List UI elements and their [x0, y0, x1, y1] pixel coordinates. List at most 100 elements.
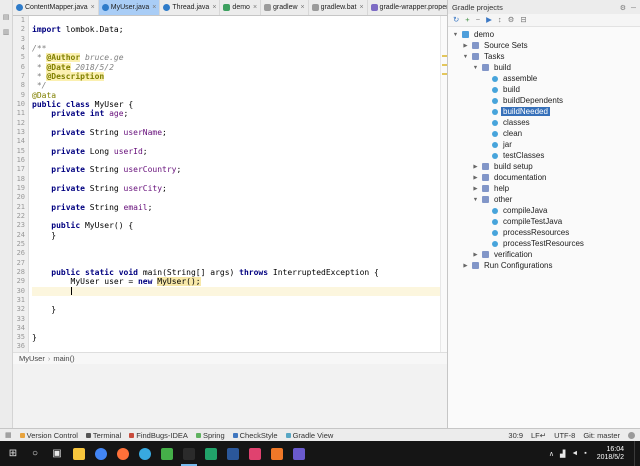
tool-window-button-checkstyle[interactable]: CheckStyle: [233, 431, 278, 440]
code-line-30[interactable]: [32, 287, 440, 296]
tree-item-build[interactable]: ▼build: [448, 62, 640, 73]
tree-item-compiletestjava[interactable]: compileTestJava: [448, 216, 640, 227]
chevron-right-icon[interactable]: ▶: [472, 252, 479, 258]
toggle-offline-icon[interactable]: ↕: [498, 16, 502, 24]
tab-close-icon[interactable]: ×: [90, 4, 95, 11]
pinned-app-icon-5[interactable]: [200, 441, 222, 466]
encoding[interactable]: UTF-8: [554, 431, 575, 440]
code-line-5[interactable]: * @Author bruce.ge: [32, 53, 440, 62]
warning-mark[interactable]: [442, 55, 447, 57]
chevron-down-icon[interactable]: ▼: [452, 32, 459, 38]
pinned-app-icon-3[interactable]: [134, 441, 156, 466]
vcs-branch[interactable]: Git: master: [583, 431, 620, 440]
code-line-3[interactable]: [32, 35, 440, 44]
line-separator[interactable]: LF↵: [531, 431, 546, 440]
code-line-12[interactable]: [32, 119, 440, 128]
run-gradle-task-icon[interactable]: ▶: [486, 16, 492, 24]
intellij-idea-icon[interactable]: [178, 441, 200, 466]
tree-item-builddependents[interactable]: buildDependents: [448, 95, 640, 106]
editor-tab-gradlew-bat[interactable]: gradlew.bat×: [309, 0, 368, 15]
code-line-14[interactable]: [32, 137, 440, 146]
error-stripe-scrollbar[interactable]: [440, 16, 447, 352]
tree-item-jar[interactable]: jar: [448, 139, 640, 150]
editor-tab-contentmapper-java[interactable]: ContentMapper.java×: [13, 0, 99, 15]
breadcrumb-item[interactable]: main(): [53, 354, 74, 363]
pinned-app-icon-8[interactable]: [266, 441, 288, 466]
code-line-36[interactable]: [32, 342, 440, 351]
code-line-31[interactable]: [32, 296, 440, 305]
chevron-down-icon[interactable]: ▼: [462, 54, 469, 60]
tree-item-run-configurations[interactable]: ▶Run Configurations: [448, 260, 640, 271]
tree-item-tasks[interactable]: ▼Tasks: [448, 51, 640, 62]
tab-close-icon[interactable]: ×: [151, 4, 156, 11]
tree-item-documentation[interactable]: ▶documentation: [448, 172, 640, 183]
search-button[interactable]: ○: [24, 441, 46, 466]
code-line-26[interactable]: [32, 249, 440, 258]
pinned-app-icon-9[interactable]: [288, 441, 310, 466]
tree-item-build[interactable]: build: [448, 84, 640, 95]
tree-item-help[interactable]: ▶help: [448, 183, 640, 194]
network-icon[interactable]: ▟: [560, 450, 565, 458]
code-line-20[interactable]: [32, 193, 440, 202]
tab-close-icon[interactable]: ×: [300, 4, 305, 11]
tab-close-icon[interactable]: ×: [252, 4, 257, 11]
tray-expand-icon[interactable]: ∧: [549, 450, 554, 458]
tree-item-verification[interactable]: ▶verification: [448, 249, 640, 260]
code-line-28[interactable]: public static void main(String[] args) t…: [32, 268, 440, 277]
taskbar-clock[interactable]: 16:04 2018/5/2: [593, 446, 628, 462]
code-line-19[interactable]: private String userCity;: [32, 184, 440, 193]
code-line-2[interactable]: import lombok.Data;: [32, 25, 440, 34]
gradle-settings-icon[interactable]: ⚙: [508, 16, 515, 24]
caret-position[interactable]: 30:9: [508, 431, 523, 440]
editor-tab-myuser-java[interactable]: MyUser.java×: [99, 0, 161, 15]
tool-window-button-gradle-view[interactable]: Gradle View: [286, 431, 334, 440]
chevron-right-icon[interactable]: ▶: [472, 175, 479, 181]
breadcrumb-item[interactable]: MyUser: [19, 354, 45, 363]
chevron-down-icon[interactable]: ▼: [472, 197, 479, 203]
task-view-button[interactable]: ▣: [46, 441, 68, 466]
input-indicator-icon[interactable]: ▪: [584, 450, 586, 458]
tool-window-button-spring[interactable]: Spring: [196, 431, 225, 440]
pinned-app-icon-7[interactable]: [244, 441, 266, 466]
detach-gradle-project-icon[interactable]: −: [476, 16, 480, 24]
tab-close-icon[interactable]: ×: [211, 4, 216, 11]
tree-item-source-sets[interactable]: ▶Source Sets: [448, 40, 640, 51]
code-line-29[interactable]: MyUser user = new MyUser();: [32, 277, 440, 286]
pinned-app-icon-6[interactable]: [222, 441, 244, 466]
tree-item-processtestresources[interactable]: processTestResources: [448, 238, 640, 249]
start-button[interactable]: ⊞: [2, 441, 24, 466]
code-editor[interactable]: 1234567891011121314151617181920212223242…: [13, 16, 447, 352]
code-line-24[interactable]: }: [32, 231, 440, 240]
code-line-22[interactable]: [32, 212, 440, 221]
code-line-8[interactable]: */: [32, 81, 440, 90]
code-line-21[interactable]: private String email;: [32, 203, 440, 212]
pinned-app-icon-1[interactable]: [90, 441, 112, 466]
tree-item-testclasses[interactable]: testClasses: [448, 150, 640, 161]
chevron-right-icon[interactable]: ▶: [462, 43, 469, 49]
tab-close-icon[interactable]: ×: [358, 4, 363, 11]
tree-item-clean[interactable]: clean: [448, 128, 640, 139]
code-line-7[interactable]: * @Description: [32, 72, 440, 81]
panel-settings-icon[interactable]: ⚙: [620, 5, 626, 12]
tree-item-processresources[interactable]: processResources: [448, 227, 640, 238]
code-line-4[interactable]: /**: [32, 44, 440, 53]
pinned-app-icon-2[interactable]: [112, 441, 134, 466]
code-line-32[interactable]: }: [32, 305, 440, 314]
code-line-15[interactable]: private Long userId;: [32, 147, 440, 156]
tree-item-assemble[interactable]: assemble: [448, 73, 640, 84]
tool-window-toggle-icon[interactable]: ▦: [5, 431, 12, 439]
pinned-app-icon-4[interactable]: [156, 441, 178, 466]
tree-item-other[interactable]: ▼other: [448, 194, 640, 205]
code-line-17[interactable]: private String userCountry;: [32, 165, 440, 174]
chevron-right-icon[interactable]: ▶: [472, 164, 479, 170]
tree-item-compilejava[interactable]: compileJava: [448, 205, 640, 216]
hector-icon[interactable]: [628, 432, 635, 439]
editor-tab-gradlew[interactable]: gradlew×: [261, 0, 309, 15]
code-line-33[interactable]: [32, 315, 440, 324]
code-line-6[interactable]: * @Date 2018/5/2: [32, 63, 440, 72]
chevron-right-icon[interactable]: ▶: [462, 263, 469, 269]
hide-panel-icon[interactable]: ─: [631, 5, 636, 12]
tree-item-buildneeded[interactable]: buildNeeded: [448, 106, 640, 117]
code-line-23[interactable]: public MyUser() {: [32, 221, 440, 230]
editor-tab-demo[interactable]: demo×: [220, 0, 261, 15]
